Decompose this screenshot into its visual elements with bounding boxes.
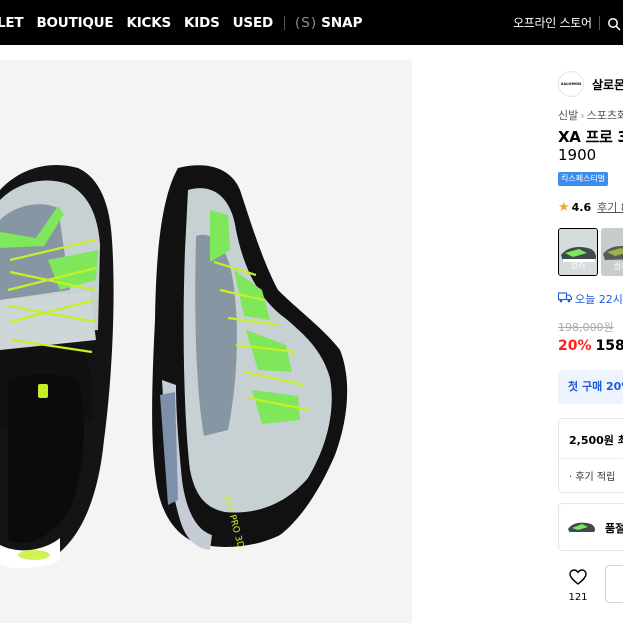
star-icon: ★: [558, 199, 570, 215]
sale-price: 158,: [595, 338, 623, 354]
right-shoe: //XA PRO 3D: [152, 165, 348, 550]
breadcrumb-item[interactable]: 스포츠화: [587, 109, 623, 122]
benefit-box[interactable]: 2,500원 최대 · 후기 적립: [558, 418, 623, 493]
nav-divider: [598, 15, 600, 30]
heart-icon: [569, 569, 587, 589]
rating-row: ★ 4.6 후기 8: [558, 199, 623, 215]
benefit-item: · 후기 적립: [569, 472, 616, 483]
nav-item-boutique[interactable]: BOUTIQUE: [36, 15, 113, 31]
brand-row[interactable]: SALOMON 살로몬: [558, 71, 623, 97]
sale-price-row: 20%158,: [558, 338, 623, 354]
option-status: 품절: [605, 522, 623, 535]
discount-rate: 20%: [558, 338, 592, 354]
benefit-title: 2,500원 최대: [569, 434, 623, 447]
nav-item-snap[interactable]: (S) SNAP: [295, 15, 362, 31]
product-info-panel: SALOMON 살로몬 신발›스포츠화 XA 프로 3D 1900 킥스페스티벌…: [540, 45, 623, 623]
thumbnail-label: 컬러: [570, 261, 586, 270]
product-image[interactable]: //XA PRO 3D: [0, 60, 412, 623]
nav-menu: LET BOUTIQUE KICKS KIDS USED (S) SNAP: [0, 0, 362, 45]
nav-item-used[interactable]: USED: [233, 15, 274, 31]
nav-right: 오프라인 스토어: [513, 0, 621, 45]
offline-store-link[interactable]: 오프라인 스토어: [513, 14, 592, 31]
color-thumbnail[interactable]: 컬러: [601, 228, 623, 276]
breadcrumb-item[interactable]: 신발: [558, 109, 578, 122]
thumbnail-label: 컬러: [613, 262, 623, 271]
shoe-thumbnail: [568, 522, 595, 534]
like-count: 121: [568, 592, 588, 603]
like-button[interactable]: 121: [558, 565, 598, 615]
search-icon[interactable]: [607, 16, 621, 31]
shoe-image: //XA PRO 3D: [0, 164, 348, 569]
purchase-button[interactable]: [605, 565, 623, 603]
event-tag[interactable]: 킥스페스티벌: [558, 172, 609, 186]
left-shoe: [0, 164, 114, 569]
nav-item-outlet[interactable]: LET: [0, 15, 24, 31]
breadcrumb: 신발 › 스포츠화: [558, 107, 623, 123]
snap-icon: (S): [295, 14, 318, 31]
truck-icon: [557, 292, 573, 306]
brand-logo: SALOMON: [558, 71, 584, 97]
brand-name[interactable]: 살로몬: [592, 76, 623, 93]
nav-item-kids[interactable]: KIDS: [184, 15, 220, 31]
option-card[interactable]: 품절: [558, 503, 623, 551]
review-link[interactable]: 후기 8: [597, 199, 623, 215]
product-title: XA 프로 3D: [558, 128, 623, 146]
nav-item-kicks[interactable]: KICKS: [126, 15, 171, 31]
benefit-divider: [559, 458, 623, 459]
delivery-info: 오늘 22시까: [557, 291, 623, 307]
original-price: 198,000원: [558, 321, 614, 334]
breadcrumb-separator: ›: [580, 109, 585, 122]
rating-value: 4.6: [571, 200, 592, 214]
product-subtitle: 1900: [558, 146, 597, 164]
delivery-text: 오늘 22시까: [575, 293, 623, 306]
nav-divider: [284, 15, 285, 30]
snap-label: SNAP: [321, 14, 363, 31]
color-thumbnail[interactable]: 컬러: [558, 228, 598, 276]
top-navigation: LET BOUTIQUE KICKS KIDS USED (S) SNAP 오프…: [0, 0, 623, 45]
first-purchase-banner[interactable]: 첫 구매 20%: [558, 370, 623, 404]
